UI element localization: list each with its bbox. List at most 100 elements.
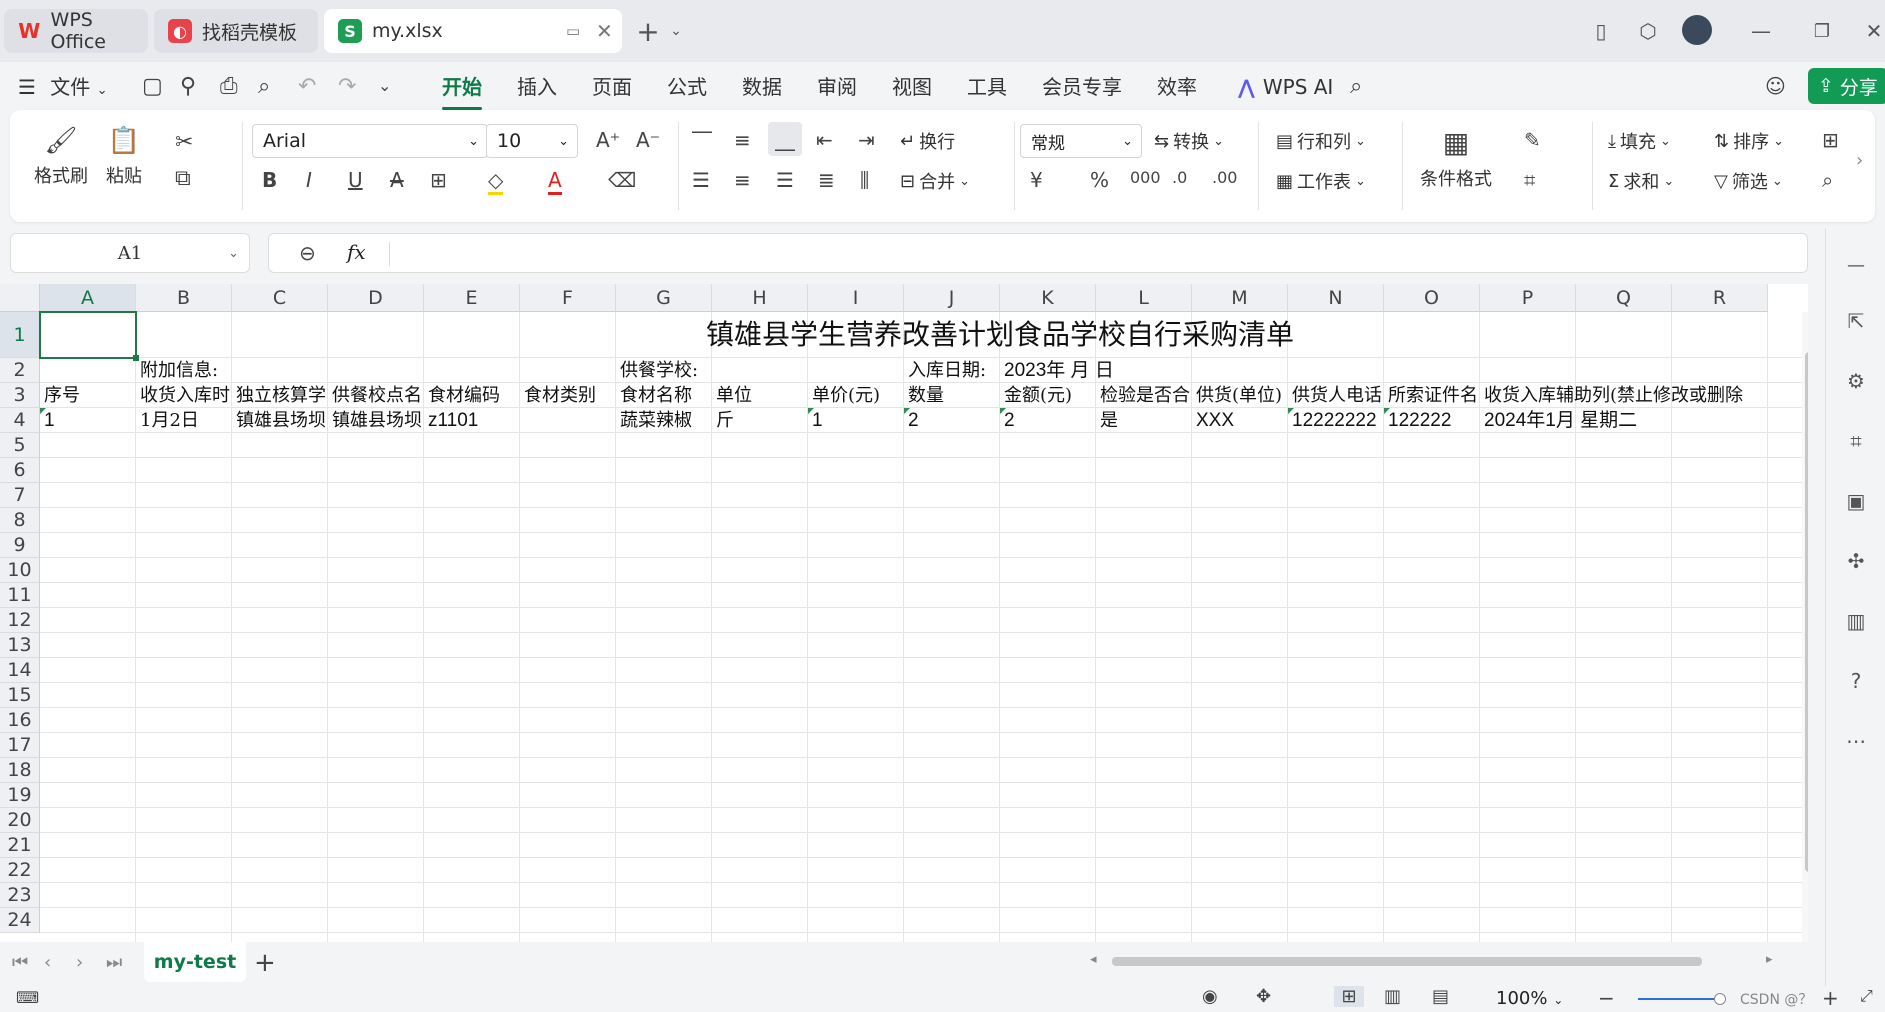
prev-sheet-icon[interactable]: ‹	[44, 952, 51, 973]
menu-efficiency[interactable]: 效率	[1157, 72, 1197, 102]
minus-icon[interactable]: —	[1841, 250, 1871, 280]
row-header[interactable]: 10	[0, 558, 40, 583]
header-cell[interactable]: 供餐校点名	[328, 383, 424, 408]
row-header[interactable]: 1	[0, 312, 40, 358]
row-header[interactable]: 21	[0, 833, 40, 858]
add-sheet-icon[interactable]: +	[254, 948, 276, 978]
horizontal-scroll-thumb[interactable]	[1112, 957, 1702, 966]
normal-view-icon[interactable]: ⊞	[1334, 986, 1364, 1007]
macro-icon[interactable]: ⌨	[16, 988, 39, 1007]
fullscreen-icon[interactable]: ⤢	[1860, 986, 1873, 1006]
data-cell[interactable]: 122222	[1384, 408, 1480, 433]
menu-review[interactable]: 审阅	[817, 72, 857, 102]
percent-icon[interactable]: %	[1090, 168, 1109, 192]
warehouse-date-value-cell[interactable]: 2023年 月 日	[1000, 358, 1192, 383]
file-menu[interactable]: ☰ 文件 ⌄	[18, 72, 108, 102]
row-header[interactable]: 24	[0, 908, 40, 933]
zoom-in-icon[interactable]: +	[1822, 986, 1839, 1010]
additional-info-cell[interactable]: 附加信息:	[136, 358, 328, 383]
book-icon[interactable]: ▥	[1841, 606, 1871, 636]
select-all-corner[interactable]	[0, 284, 40, 312]
column-header[interactable]: C	[232, 284, 328, 312]
print-icon[interactable]: ⎙	[220, 74, 238, 99]
column-header[interactable]: R	[1672, 284, 1768, 312]
avatar[interactable]	[1682, 15, 1712, 45]
row-header[interactable]: 17	[0, 733, 40, 758]
help-icon[interactable]: ?	[1841, 666, 1871, 696]
convert-button[interactable]: ⇆ 转换 ⌄	[1154, 128, 1224, 154]
column-header[interactable]: B	[136, 284, 232, 312]
close-window-icon[interactable]: ✕	[1858, 15, 1885, 47]
header-cell[interactable]: 收货入库辅助列(禁止修改或删除	[1480, 383, 1768, 408]
data-cell[interactable]: 2	[904, 408, 1000, 433]
row-header[interactable]: 9	[0, 533, 40, 558]
menu-tools[interactable]: 工具	[967, 72, 1007, 102]
chevron-down-icon[interactable]: ⌄	[660, 15, 692, 47]
zoom-level[interactable]: 100% ⌄	[1496, 988, 1563, 1009]
number-format-select[interactable]: 常规 ⌄	[1020, 124, 1142, 158]
vertical-scroll-thumb[interactable]	[1805, 352, 1808, 872]
crop-panel-icon[interactable]: ⌗	[1841, 426, 1871, 456]
focus-icon[interactable]: ✥	[1256, 986, 1271, 1007]
sheet-tab-my-test[interactable]: my-test	[144, 942, 246, 982]
header-cell[interactable]: 序号	[40, 383, 136, 408]
table-icon[interactable]: ⊞	[1822, 128, 1839, 152]
row-header[interactable]: 13	[0, 633, 40, 658]
data-cell[interactable]: 1月2日	[136, 408, 232, 433]
warehouse-date-label-cell[interactable]: 入库日期:	[904, 358, 1000, 383]
chevron-down-icon[interactable]: ⌄	[378, 76, 391, 95]
redo-icon[interactable]: ↷	[338, 74, 356, 99]
column-header[interactable]: F	[520, 284, 616, 312]
font-color-icon[interactable]: A	[548, 168, 562, 195]
data-cell[interactable]: 斤	[712, 408, 808, 433]
menu-page[interactable]: 页面	[592, 72, 632, 102]
column-header[interactable]: P	[1480, 284, 1576, 312]
decrease-font-icon[interactable]: A⁻	[636, 128, 660, 152]
rows-cols-button[interactable]: ▤ 行和列 ⌄	[1276, 128, 1366, 154]
font-size-select[interactable]: 10 ⌄	[486, 124, 578, 158]
align-middle-icon[interactable]: ≡	[734, 128, 751, 152]
name-box[interactable]: A1 ⌄	[10, 233, 250, 273]
paste-button[interactable]: 📋 粘贴	[106, 126, 142, 188]
header-cell[interactable]: 独立核算学	[232, 383, 328, 408]
filter-button[interactable]: ▽ 筛选 ⌄	[1714, 168, 1783, 194]
column-header[interactable]: G	[616, 284, 712, 312]
thousands-icon[interactable]: 000	[1130, 168, 1161, 187]
last-sheet-icon[interactable]: ⏭	[106, 952, 122, 973]
cube-icon[interactable]: ⬡	[1632, 15, 1664, 47]
row-header[interactable]: 8	[0, 508, 40, 533]
data-cell[interactable]: 2	[1000, 408, 1096, 433]
eye-protect-icon[interactable]: ◉	[1202, 986, 1218, 1007]
column-header[interactable]: O	[1384, 284, 1480, 312]
bold-icon[interactable]: B	[262, 168, 277, 192]
search-icon[interactable]: ⌕	[1350, 74, 1362, 99]
zoom-out-icon[interactable]: −	[1598, 986, 1615, 1010]
header-cell[interactable]: 金额(元)	[1000, 383, 1096, 408]
align-center-icon[interactable]: ≡	[734, 168, 751, 192]
data-cell[interactable]: 蔬菜辣椒	[616, 408, 712, 433]
fx-icon[interactable]: fx	[347, 240, 366, 264]
tools-icon[interactable]: ✣	[1841, 546, 1871, 576]
row-header[interactable]: 16	[0, 708, 40, 733]
column-header[interactable]: A	[40, 284, 136, 312]
sliders-icon[interactable]: ⚙	[1841, 366, 1871, 396]
cut-icon[interactable]: ✂	[175, 130, 193, 155]
zoom-slider[interactable]	[1638, 993, 1726, 1005]
column-header[interactable]: L	[1096, 284, 1192, 312]
chat-icon[interactable]: ☺	[1765, 74, 1786, 98]
row-header[interactable]: 15	[0, 683, 40, 708]
restore-icon[interactable]: ❐	[1806, 15, 1838, 47]
column-header[interactable]: H	[712, 284, 808, 312]
data-cell[interactable]: 镇雄县场坝	[328, 408, 424, 433]
active-cell-a1[interactable]	[39, 311, 137, 359]
column-header[interactable]: I	[808, 284, 904, 312]
next-sheet-icon[interactable]: ›	[76, 952, 83, 973]
font-family-select[interactable]: Arial ⌄	[252, 124, 488, 158]
fill-color-icon[interactable]: ◇	[488, 168, 504, 195]
italic-icon[interactable]: I	[306, 168, 312, 192]
menu-data[interactable]: 数据	[742, 72, 782, 102]
row-header[interactable]: 7	[0, 483, 40, 508]
header-cell[interactable]: 供货人电话	[1288, 383, 1384, 408]
data-cell[interactable]: 1	[40, 408, 136, 433]
header-cell[interactable]: 所索证件名	[1384, 383, 1480, 408]
